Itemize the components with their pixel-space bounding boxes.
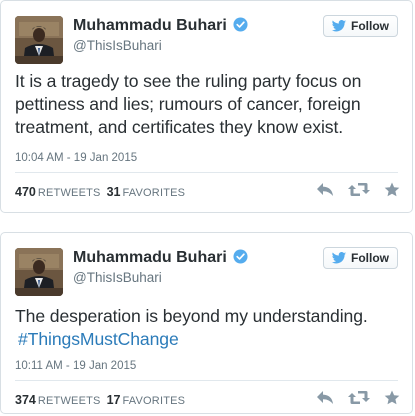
verified-badge-icon [233, 249, 248, 264]
follow-button[interactable]: Follow [323, 15, 398, 37]
retweet-count[interactable]: 374 [15, 393, 36, 407]
display-name[interactable]: Muhammadu Buhari [73, 249, 248, 267]
tweet-actions [316, 182, 400, 197]
favorite-count[interactable]: 17 [107, 393, 121, 407]
user-handle[interactable]: @ThisIsBuhari [73, 38, 162, 53]
retweet-count[interactable]: 470 [15, 185, 36, 199]
favorites-label: FAVORITES [122, 187, 186, 199]
tweet-timestamp[interactable]: 10:04 AM - 19 Jan 2015 [15, 152, 137, 164]
tweet-text: The desperation is beyond my understandi… [15, 305, 398, 351]
retweet-icon[interactable] [348, 390, 370, 405]
tweet-stats: 470 RETWEETS 31 FAVORITES [15, 185, 185, 199]
user-handle[interactable]: @ThisIsBuhari [73, 270, 162, 285]
follow-label: Follow [351, 19, 389, 33]
reply-icon[interactable] [316, 182, 334, 197]
favorites-label: FAVORITES [122, 395, 186, 407]
retweets-label: RETWEETS [37, 395, 101, 407]
display-name-text: Muhammadu Buhari [73, 249, 227, 266]
tweet-body: The desperation is beyond my understandi… [15, 306, 368, 326]
hashtag-link[interactable]: #ThingsMustChange [18, 329, 179, 349]
twitter-bird-icon [331, 251, 347, 263]
retweet-icon[interactable] [348, 182, 370, 197]
tweet-stats: 374 RETWEETS 17 FAVORITES [15, 393, 185, 407]
avatar-image [15, 248, 63, 296]
follow-button[interactable]: Follow [323, 247, 398, 269]
divider [15, 380, 398, 381]
tweet-actions [316, 390, 400, 405]
avatar[interactable] [15, 16, 63, 64]
avatar-image [15, 16, 63, 64]
tweet-text: It is a tragedy to see the ruling party … [15, 70, 398, 139]
tweet-body: It is a tragedy to see the ruling party … [15, 71, 362, 137]
star-icon[interactable] [384, 390, 400, 405]
reply-icon[interactable] [316, 390, 334, 405]
star-icon[interactable] [384, 182, 400, 197]
tweet-card: Muhammadu Buhari @ThisIsBuhari Follow It… [0, 0, 413, 213]
verified-badge-icon [233, 17, 248, 32]
divider [15, 172, 398, 173]
twitter-bird-icon [331, 19, 347, 31]
display-name-text: Muhammadu Buhari [73, 17, 227, 34]
tweet-card: Muhammadu Buhari @ThisIsBuhari Follow Th… [0, 232, 413, 414]
follow-label: Follow [351, 251, 389, 265]
avatar[interactable] [15, 248, 63, 296]
retweets-label: RETWEETS [37, 187, 101, 199]
display-name[interactable]: Muhammadu Buhari [73, 17, 248, 35]
tweet-timestamp[interactable]: 10:11 AM - 19 Jan 2015 [15, 360, 136, 372]
favorite-count[interactable]: 31 [107, 185, 121, 199]
